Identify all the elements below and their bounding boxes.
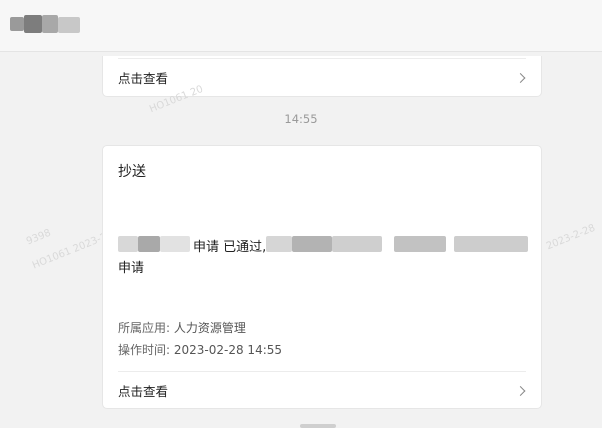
time-value: 2023-02-28 14:55 (173, 343, 283, 357)
next-time-separator (300, 424, 336, 428)
chat-header (0, 0, 602, 52)
blurred-detail (454, 236, 528, 252)
message-line-2: 申请 (118, 261, 145, 276)
watermark-text: 2023-2-28 (544, 222, 597, 253)
view-details-label: 点击查看 (118, 384, 169, 399)
chevron-right-icon (515, 72, 526, 83)
time-separator: 14:55 (284, 112, 318, 126)
blurred-detail (332, 236, 382, 252)
app-label: 所属应用: (118, 321, 171, 335)
message-line: 申请 已通过, (118, 234, 528, 256)
blurred-name-part (138, 236, 160, 252)
cc-notification-card: 抄送 申请 已通过, 申请 所属应用: 人力资源管理 操作时间: 2023-02… (102, 145, 542, 409)
view-details-row[interactable]: 点击查看 (118, 371, 526, 409)
app-info: 所属应用: 人力资源管理 (118, 319, 246, 336)
blurred-name (118, 236, 138, 252)
previous-notification-card: 点击查看 (102, 56, 542, 97)
blurred-name-part (160, 236, 190, 252)
message-word-apply: 申请 (193, 240, 220, 255)
chevron-right-icon (515, 385, 526, 396)
blurred-detail (292, 236, 332, 252)
watermark-text: 9398 (24, 227, 53, 248)
message-text: 申请 已通过, (193, 236, 266, 255)
operation-time-info: 操作时间: 2023-02-28 14:55 (118, 341, 282, 358)
view-details-label: 点击查看 (118, 71, 169, 86)
app-value: 人力资源管理 (173, 321, 246, 335)
blurred-detail (266, 236, 292, 252)
view-details-row[interactable]: 点击查看 (118, 58, 526, 96)
message-word-approved: 已通过, (223, 240, 267, 255)
blurred-detail (394, 236, 446, 252)
blurred-chat-title (8, 13, 82, 35)
card-title: 抄送 (118, 164, 146, 180)
time-label: 操作时间: (118, 343, 171, 357)
